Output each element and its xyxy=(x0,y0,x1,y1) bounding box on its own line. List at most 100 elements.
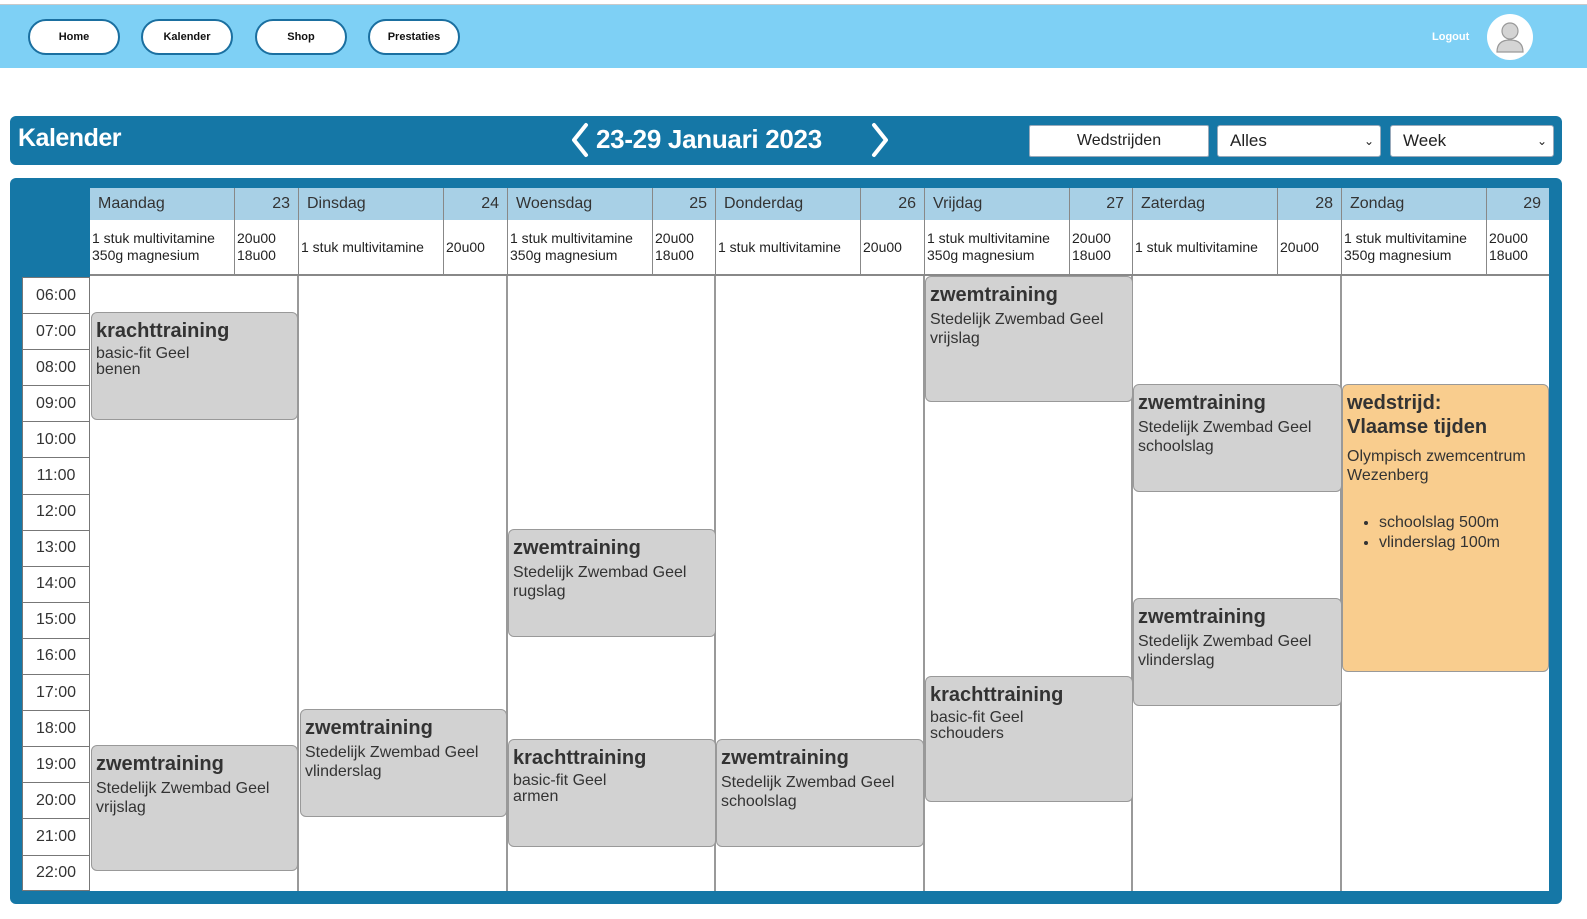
supplement-cell: 1 stuk multivitamine 20u00 xyxy=(299,220,508,276)
event-location: Stedelijk Zwembad Geel xyxy=(96,780,270,797)
list-item: vlinderslag 100m xyxy=(1379,533,1544,553)
day-header-woensdag: Woensdag 25 xyxy=(508,188,716,220)
event-location: Stedelijk Zwembad Geel xyxy=(513,564,687,581)
nav-prestaties-button[interactable]: Prestaties xyxy=(368,19,460,55)
event-title: zwemtraining xyxy=(721,747,849,769)
supplement-time: 18u00 xyxy=(655,247,694,263)
day-number: 27 xyxy=(1106,195,1124,212)
event-card[interactable]: krachttraining basic-fit Geel schouders xyxy=(925,676,1133,802)
supplement-time: 20u00 xyxy=(1489,230,1528,246)
filter-select-value: Alles xyxy=(1230,131,1267,150)
supplement-cell: 1 stuk multivitamine 350g magnesium 20u00… xyxy=(925,220,1133,276)
page-title: Kalender xyxy=(18,124,121,152)
supplement-time: 18u00 xyxy=(1489,247,1528,263)
event-items: schoolslag 500m vlinderslag 100m xyxy=(1379,513,1544,553)
supplement-time: 20u00 xyxy=(237,230,276,246)
day-number: 26 xyxy=(898,195,916,212)
event-title: zwemtraining xyxy=(1138,392,1266,414)
chevron-left-icon[interactable] xyxy=(566,122,596,158)
event-location: basic-fit Geel xyxy=(930,709,1024,726)
time-slot: 07:00 xyxy=(22,313,90,350)
event-location: Stedelijk Zwembad Geel xyxy=(930,311,1104,328)
time-column: 06:00 07:00 08:00 09:00 10:00 11:00 12:0… xyxy=(22,277,90,891)
supplement-line: 1 stuk multivitamine xyxy=(510,230,633,246)
supplement-line: 1 stuk multivitamine xyxy=(1344,230,1467,246)
event-title: wedstrijd: xyxy=(1347,392,1442,414)
event-title: krachttraining xyxy=(513,747,647,769)
supplement-line: 350g magnesium xyxy=(927,247,1035,263)
supplement-cell: 1 stuk multivitamine 350g magnesium 20u00… xyxy=(1342,220,1549,276)
avatar[interactable] xyxy=(1487,14,1533,60)
user-icon xyxy=(1496,22,1524,53)
top-navbar: Home Kalender Shop Prestaties Logout xyxy=(0,4,1587,68)
event-card[interactable]: krachttraining basic-fit Geel armen xyxy=(508,739,716,847)
event-detail: vlinderslag xyxy=(305,763,382,780)
supplement-line: 1 stuk multivitamine xyxy=(92,230,215,246)
supplement-time: 20u00 xyxy=(1072,230,1111,246)
time-slot: 08:00 xyxy=(22,349,90,386)
day-header-vrijdag: Vrijdag 27 xyxy=(925,188,1133,220)
day-column[interactable] xyxy=(1133,276,1342,891)
time-slot: 12:00 xyxy=(22,493,90,530)
event-location: basic-fit Geel xyxy=(96,345,190,362)
event-title: zwemtraining xyxy=(513,537,641,559)
week-range: 23-29 Januari 2023 xyxy=(596,124,822,154)
supplement-line: 1 stuk multivitamine xyxy=(1135,238,1258,255)
time-slot: 06:00 xyxy=(22,277,90,314)
wedstrijden-button[interactable]: Wedstrijden xyxy=(1029,125,1209,157)
logout-link[interactable]: Logout xyxy=(1432,31,1469,43)
event-location: Olympisch zwemcentrum xyxy=(1347,448,1526,465)
event-title: krachttraining xyxy=(930,684,1064,706)
event-card[interactable]: zwemtraining Stedelijk Zwembad Geel vrijs… xyxy=(925,276,1133,402)
chevron-down-icon: ⌄ xyxy=(1536,134,1547,148)
supplement-line: 350g magnesium xyxy=(510,247,618,263)
event-title: zwemtraining xyxy=(930,284,1058,306)
event-card[interactable]: zwemtraining Stedelijk Zwembad Geel vlind… xyxy=(1133,598,1342,706)
calendar-grid: Maandag 23 Dinsdag 24 Woensdag 25 Donder… xyxy=(90,188,1549,891)
event-detail: vlinderslag xyxy=(1138,652,1215,669)
supplement-cell: 1 stuk multivitamine 20u00 xyxy=(1133,220,1342,276)
day-name: Dinsdag xyxy=(307,195,366,212)
event-card[interactable]: zwemtraining Stedelijk Zwembad Geel vlind… xyxy=(300,709,507,817)
event-location: Stedelijk Zwembad Geel xyxy=(1138,419,1312,436)
day-name: Maandag xyxy=(98,195,165,212)
time-slot: 14:00 xyxy=(22,565,90,602)
view-select[interactable]: Week ⌄ xyxy=(1390,125,1554,157)
time-slot: 10:00 xyxy=(22,421,90,458)
nav-kalender-button[interactable]: Kalender xyxy=(141,19,233,55)
event-card[interactable]: zwemtraining Stedelijk Zwembad Geel schoo… xyxy=(1133,384,1342,492)
day-header-dinsdag: Dinsdag 24 xyxy=(299,188,508,220)
event-title: krachttraining xyxy=(96,320,230,342)
supplement-time: 20u00 xyxy=(863,238,902,255)
time-slot: 13:00 xyxy=(22,529,90,566)
event-card[interactable]: zwemtraining Stedelijk Zwembad Geel vrijs… xyxy=(91,745,298,871)
supplement-line: 1 stuk multivitamine xyxy=(927,230,1050,246)
event-card[interactable]: krachttraining basic-fit Geel benen xyxy=(91,312,298,420)
event-title: zwemtraining xyxy=(305,717,433,739)
supplement-line: 350g magnesium xyxy=(1344,247,1452,263)
event-detail: vrijslag xyxy=(96,799,146,816)
time-slot: 19:00 xyxy=(22,746,90,783)
supplement-cell: 1 stuk multivitamine 350g magnesium 20u00… xyxy=(508,220,716,276)
event-title: zwemtraining xyxy=(96,753,224,775)
day-number: 25 xyxy=(689,195,707,212)
day-number: 29 xyxy=(1523,195,1541,212)
supplement-line: 1 stuk multivitamine xyxy=(301,238,424,255)
supplement-time: 20u00 xyxy=(1280,238,1319,255)
nav-home-button[interactable]: Home xyxy=(28,19,120,55)
event-card[interactable]: zwemtraining Stedelijk Zwembad Geel rugsl… xyxy=(508,529,716,637)
event-detail: benen xyxy=(96,361,141,378)
time-slot: 15:00 xyxy=(22,601,90,638)
event-card[interactable]: zwemtraining Stedelijk Zwembad Geel schoo… xyxy=(716,739,924,847)
supplement-time: 20u00 xyxy=(655,230,694,246)
event-detail: schoolslag xyxy=(1138,438,1214,455)
event-location: Stedelijk Zwembad Geel xyxy=(305,744,479,761)
supplement-cell: 1 stuk multivitamine 350g magnesium 20u00… xyxy=(90,220,299,276)
filter-select[interactable]: Alles ⌄ xyxy=(1217,125,1381,157)
nav-shop-button[interactable]: Shop xyxy=(255,19,347,55)
day-name: Donderdag xyxy=(724,195,804,212)
time-slot: 17:00 xyxy=(22,674,90,711)
supplement-cell: 1 stuk multivitamine 20u00 xyxy=(716,220,925,276)
competition-event-card[interactable]: wedstrijd: Vlaamse tijden Olympisch zwem… xyxy=(1342,384,1549,672)
chevron-right-icon[interactable] xyxy=(864,122,894,158)
